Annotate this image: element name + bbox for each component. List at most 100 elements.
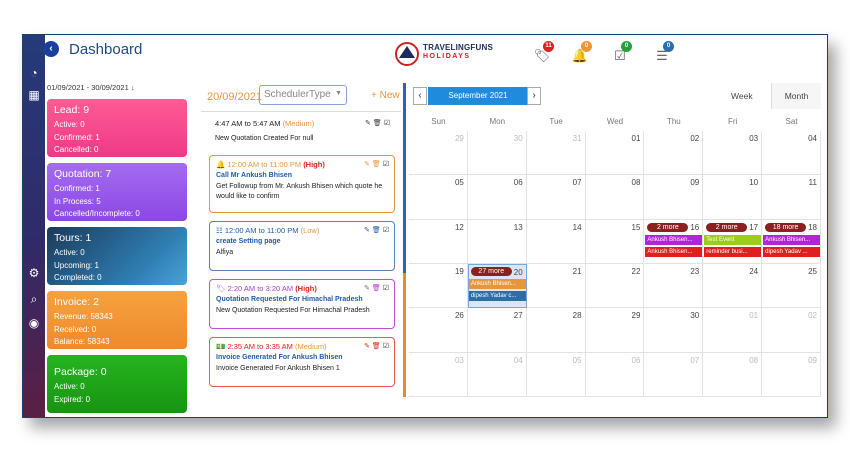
- day-cell[interactable]: 04: [467, 352, 527, 397]
- day-cell[interactable]: 09: [644, 175, 704, 220]
- delete-icon[interactable]: 🗑: [372, 285, 381, 292]
- apps-grid-icon[interactable]: ▦: [26, 87, 42, 103]
- delete-icon[interactable]: 🗑: [373, 120, 382, 127]
- day-cell[interactable]: 31: [526, 131, 586, 176]
- event-card[interactable]: 💵 2:35 AM to 3:35 AM (Medium) Invoice Ge…: [209, 337, 395, 387]
- day-cell[interactable]: 03: [703, 131, 763, 176]
- event-priority: (High): [295, 284, 317, 293]
- arrow-down-icon[interactable]: ↓: [131, 83, 135, 92]
- day-cell[interactable]: 21: [526, 264, 586, 309]
- day-cell[interactable]: 08: [585, 175, 645, 220]
- user-circle-icon[interactable]: ◉: [26, 315, 42, 331]
- bell-icon[interactable]: 🔔 0: [571, 41, 592, 65]
- check-icon[interactable]: ☑: [383, 343, 389, 350]
- delete-icon[interactable]: 🗑: [372, 343, 381, 350]
- day-cell[interactable]: 05: [526, 352, 586, 397]
- day-cell[interactable]: 12: [409, 219, 468, 264]
- day-cell[interactable]: 28: [526, 308, 586, 353]
- notif-badge-tasks: 0: [621, 41, 632, 52]
- day-cell[interactable]: 08: [703, 352, 763, 397]
- edit-icon[interactable]: ✎: [364, 227, 370, 234]
- day-cell[interactable]: 19: [409, 264, 468, 309]
- lead-card[interactable]: Lead: 9 Active: 0 Confirmed: 1 Cancelled…: [47, 99, 187, 157]
- check-icon[interactable]: ☑: [383, 161, 389, 168]
- day-cell[interactable]: 09: [762, 352, 821, 397]
- day-cell[interactable]: 24: [703, 264, 763, 309]
- day-cell[interactable]: 27: [467, 308, 527, 353]
- edit-icon[interactable]: ✎: [364, 343, 370, 350]
- prev-month-button[interactable]: ‹: [413, 87, 427, 105]
- calendar-event[interactable]: dipesh Yadav ...: [763, 246, 820, 257]
- day-cell[interactable]: 29: [409, 131, 468, 176]
- delete-icon[interactable]: 🗑: [372, 161, 381, 168]
- next-month-button[interactable]: ›: [527, 87, 541, 105]
- day-cell[interactable]: 03: [409, 352, 468, 397]
- day-cell[interactable]: 07: [526, 175, 586, 220]
- day-cell[interactable]: 01: [585, 131, 645, 176]
- event-card[interactable]: ☷ 12:00 AM to 11:00 PM (Low) create Sett…: [209, 221, 395, 271]
- day-cell[interactable]: 30: [644, 308, 704, 353]
- collapse-sidebar-icon[interactable]: ‹: [43, 41, 59, 57]
- package-card[interactable]: Package: 0 Active: 0 Expired: 0: [47, 355, 187, 413]
- calendar-event[interactable]: reminder busi...: [704, 246, 762, 257]
- settings-gear-icon[interactable]: ⚙: [26, 265, 42, 281]
- day-cell[interactable]: 30: [467, 131, 527, 176]
- day-cell[interactable]: 29: [585, 308, 645, 353]
- day-cell[interactable]: 05: [409, 175, 468, 220]
- tours-card[interactable]: Tours: 1 Active: 0 Upcoming: 1 Completed…: [47, 227, 187, 285]
- day-number: 05: [454, 178, 464, 188]
- event-title: Quotation Requested For Himachal Pradesh: [216, 296, 363, 303]
- week-view-button[interactable]: Week: [725, 87, 759, 105]
- date-range-filter[interactable]: 01/09/2021 - 30/09/2021 ↓: [47, 83, 135, 92]
- day-cell[interactable]: 22: [585, 264, 645, 309]
- calendar-event[interactable]: Ankush Bhisen...: [763, 234, 820, 245]
- day-cell[interactable]: 14: [526, 219, 586, 264]
- calendar-event[interactable]: dipesh Yadav c...: [468, 291, 526, 301]
- more-events-pill[interactable]: 27 more: [470, 267, 512, 276]
- day-cell[interactable]: 06: [585, 352, 645, 397]
- edit-icon[interactable]: ✎: [364, 285, 370, 292]
- calendar-event[interactable]: Ankush Bhisen...: [645, 246, 703, 257]
- scroll-thumb[interactable]: [403, 273, 406, 397]
- day-cell[interactable]: 02: [644, 131, 704, 176]
- calendar-check-icon[interactable]: ☑ 0: [611, 41, 632, 65]
- event-card[interactable]: 🏷 2:20 AM to 3:20 AM (High) Quotation Re…: [209, 279, 395, 329]
- more-events-pill[interactable]: 18 more: [765, 222, 806, 232]
- calendar-event[interactable]: Test Event: [704, 234, 762, 245]
- day-cell[interactable]: 01: [703, 308, 763, 353]
- scheduler-type-select[interactable]: SchedulerType ▼: [259, 85, 347, 105]
- check-icon[interactable]: ☑: [383, 227, 389, 234]
- quotation-card[interactable]: Quotation: 7 Confirmed: 1 In Process: 5 …: [47, 163, 187, 221]
- day-cell[interactable]: 26: [409, 308, 468, 353]
- more-events-pill[interactable]: 2 more: [706, 222, 748, 232]
- event-card[interactable]: 4:47 AM to 5:47 AM (Medium) New Quotatio…: [209, 115, 395, 159]
- calendar-event[interactable]: Ankush Bhisen...: [468, 279, 526, 289]
- more-events-pill[interactable]: 2 more: [647, 222, 689, 232]
- day-cell[interactable]: 07: [644, 352, 704, 397]
- check-icon[interactable]: ☑: [383, 285, 389, 292]
- check-icon[interactable]: ☑: [384, 120, 390, 127]
- month-label[interactable]: September 2021: [428, 87, 528, 105]
- edit-icon[interactable]: ✎: [365, 120, 371, 127]
- new-event-button[interactable]: + New: [371, 90, 400, 101]
- list-icon[interactable]: ☰ 0: [653, 41, 674, 65]
- month-view-button[interactable]: Month: [771, 83, 821, 109]
- day-cell[interactable]: 11: [762, 175, 821, 220]
- day-cell[interactable]: 13: [467, 219, 527, 264]
- day-cell[interactable]: 23: [644, 264, 704, 309]
- dashboard-gauge-icon[interactable]: ◔: [26, 65, 42, 81]
- calendar-event[interactable]: Ankush Bhisen...: [645, 234, 703, 245]
- tag-icon[interactable]: 🏷 11: [533, 41, 554, 65]
- invoice-card[interactable]: Invoice: 2 Revenue: 58343 Received: 0 Ba…: [47, 291, 187, 349]
- day-cell[interactable]: 04: [762, 131, 821, 176]
- day-cell[interactable]: 06: [467, 175, 527, 220]
- day-cell[interactable]: 02: [762, 308, 821, 353]
- day-cell[interactable]: 15: [585, 219, 645, 264]
- edit-icon[interactable]: ✎: [364, 161, 370, 168]
- delete-icon[interactable]: 🗑: [372, 227, 381, 234]
- event-card[interactable]: 🔔 12:00 AM to 11:00 PM (High) Call Mr An…: [209, 155, 395, 213]
- selected-date: 20/09/2021: [207, 91, 263, 103]
- day-cell[interactable]: 10: [703, 175, 763, 220]
- search-icon[interactable]: ⌕: [26, 291, 42, 307]
- day-cell[interactable]: 25: [762, 264, 821, 309]
